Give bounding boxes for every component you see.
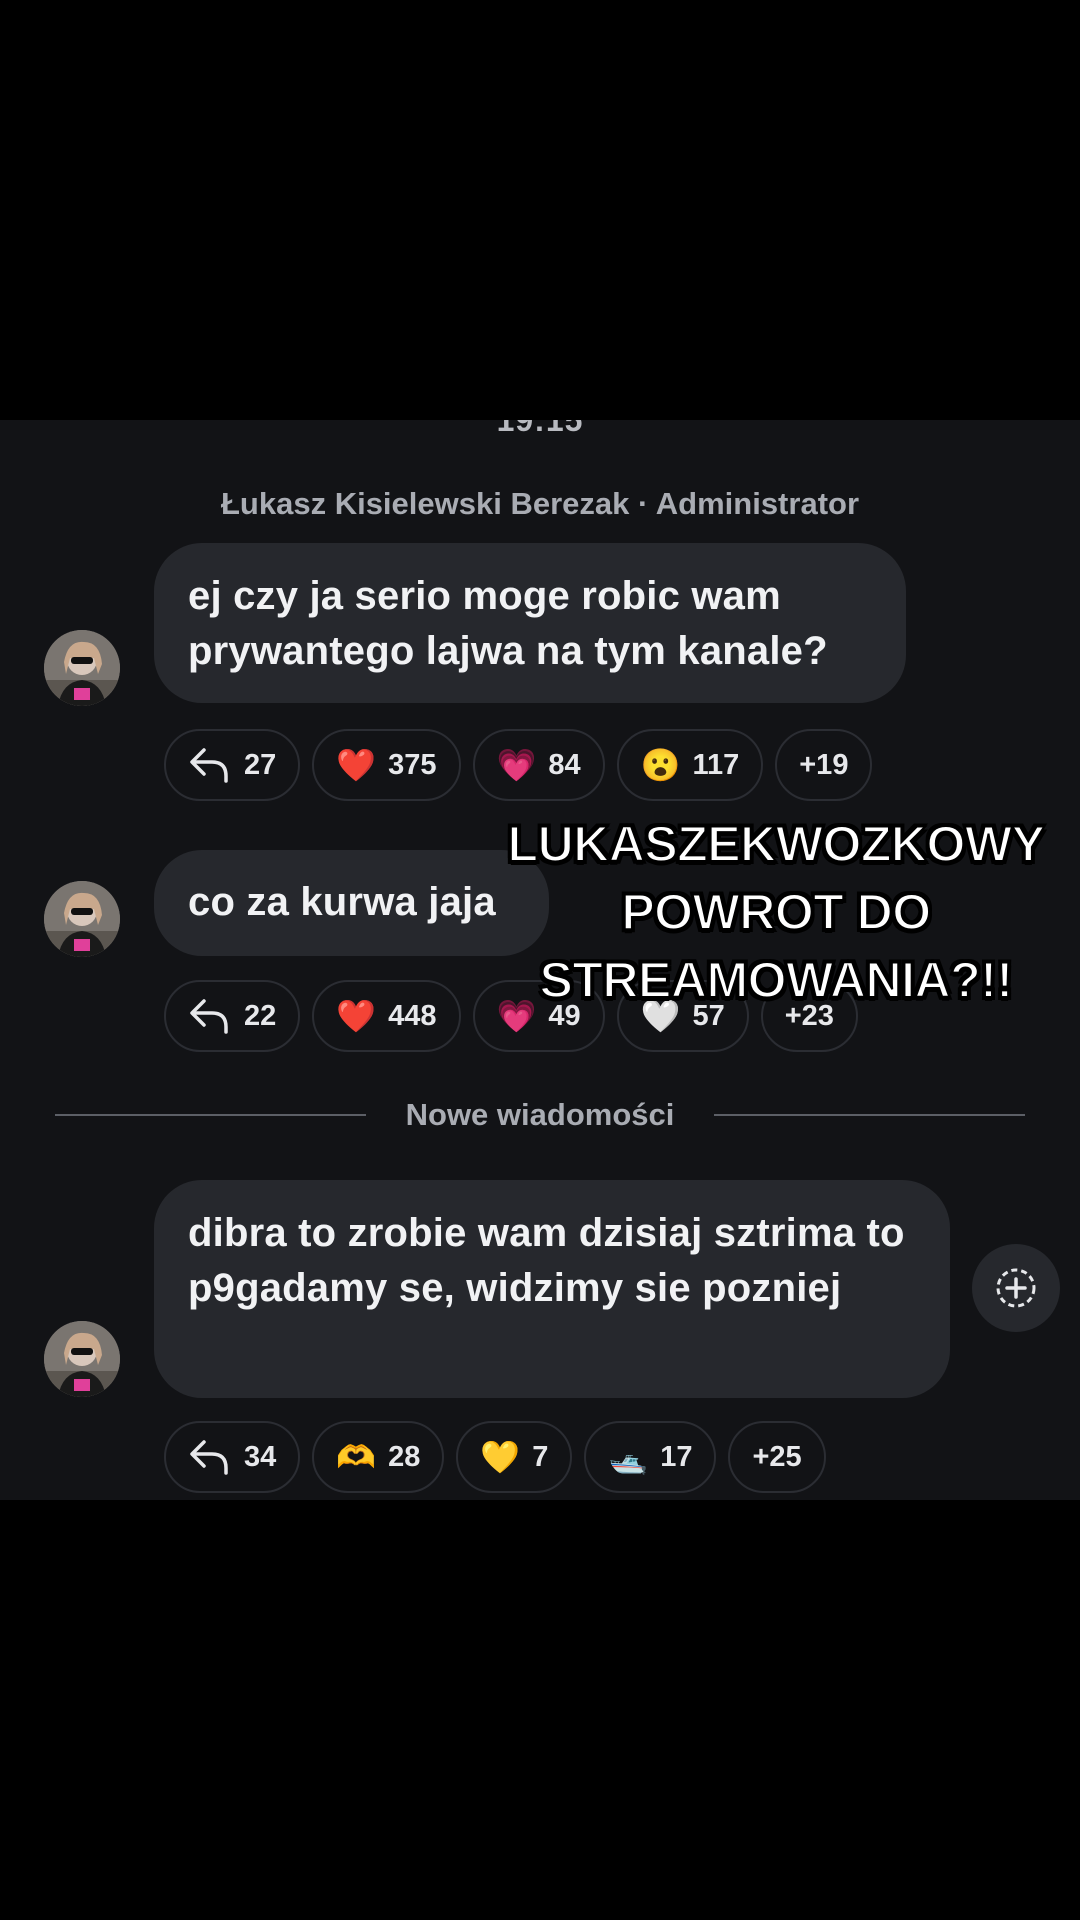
- message-bubble[interactable]: dibra to zrobie wam dzisiaj sztrima to p…: [154, 1180, 950, 1398]
- reaction-chip[interactable]: 💗 84: [472, 729, 605, 801]
- reaction-count: 375: [388, 748, 437, 781]
- message-bubble[interactable]: ej czy ja serio moge robic wam prywanteg…: [154, 543, 906, 703]
- reaction-bar: 34 🫶 28 💛 7 🛥️ 17 +25: [164, 1421, 826, 1493]
- reply-button[interactable]: 27: [164, 729, 301, 801]
- more-reactions-count: +25: [752, 1440, 802, 1473]
- reaction-chip[interactable]: ❤️ 448: [312, 980, 461, 1052]
- reaction-chip[interactable]: 😮 117: [616, 729, 764, 801]
- yellow-heart-emoji-icon: 💛: [480, 1439, 521, 1475]
- overlay-caption-line: POWROT DO: [620, 883, 932, 941]
- avatar[interactable]: [44, 1321, 120, 1397]
- reply-count: 34: [244, 1440, 277, 1473]
- sender-name: Łukasz Kisielewski Berezak · Administrat…: [220, 486, 860, 521]
- add-reaction-button[interactable]: [972, 1244, 1060, 1332]
- new-messages-divider: Nowe wiadomości: [55, 1097, 1025, 1133]
- heart-emoji-icon: ❤️: [336, 998, 377, 1034]
- avatar[interactable]: [44, 881, 120, 957]
- reaction-count: 84: [548, 748, 581, 781]
- reply-button[interactable]: 34: [164, 1421, 301, 1493]
- overlay-caption-line: STREAMOWANIA?!!: [539, 951, 1015, 1009]
- reply-count: 22: [244, 999, 277, 1032]
- reaction-chip[interactable]: 💛 7: [456, 1421, 573, 1493]
- reaction-bar: 27 ❤️ 375 💗 84 😮 117 +19: [164, 729, 873, 801]
- more-reactions-chip[interactable]: +19: [775, 729, 873, 801]
- reaction-count: 117: [692, 748, 740, 781]
- more-reactions-count: +19: [799, 748, 849, 781]
- surprised-face-emoji-icon: 😮: [640, 747, 681, 783]
- reaction-count: 28: [388, 1440, 421, 1473]
- avatar-image: [44, 881, 120, 957]
- reaction-chip[interactable]: ❤️ 375: [312, 729, 461, 801]
- overlay-caption-line: LUKASZEKWOZKOWY: [507, 815, 1046, 873]
- reaction-count: 7: [532, 1440, 549, 1473]
- divider-line-right: [714, 1114, 1025, 1116]
- more-reactions-chip[interactable]: +25: [728, 1421, 826, 1493]
- reaction-count: 17: [660, 1440, 693, 1473]
- heart-emoji-icon: ❤️: [336, 747, 377, 783]
- overlay-caption: LUKASZEKWOZKOWY POWROT DO STREAMOWANIA?!…: [476, 810, 1076, 1014]
- pink-heart-emoji-icon: 💗: [496, 747, 537, 783]
- reply-arrow-icon: [190, 999, 228, 1034]
- add-reaction-icon: [996, 1268, 1036, 1308]
- reply-button[interactable]: 22: [164, 980, 301, 1052]
- avatar-image: [44, 630, 120, 706]
- reply-arrow-icon: [190, 748, 228, 783]
- boat-emoji-icon: 🛥️: [608, 1439, 649, 1475]
- avatar[interactable]: [44, 630, 120, 706]
- reply-count: 27: [244, 748, 277, 781]
- reaction-chip[interactable]: 🫶 28: [312, 1421, 445, 1493]
- reaction-chip[interactable]: 🛥️ 17: [584, 1421, 717, 1493]
- reply-arrow-icon: [190, 1440, 228, 1475]
- message-timestamp: 19:15: [496, 420, 584, 438]
- heart-hands-emoji-icon: 🫶: [336, 1439, 377, 1475]
- reaction-count: 448: [388, 999, 437, 1032]
- avatar-image: [44, 1321, 120, 1397]
